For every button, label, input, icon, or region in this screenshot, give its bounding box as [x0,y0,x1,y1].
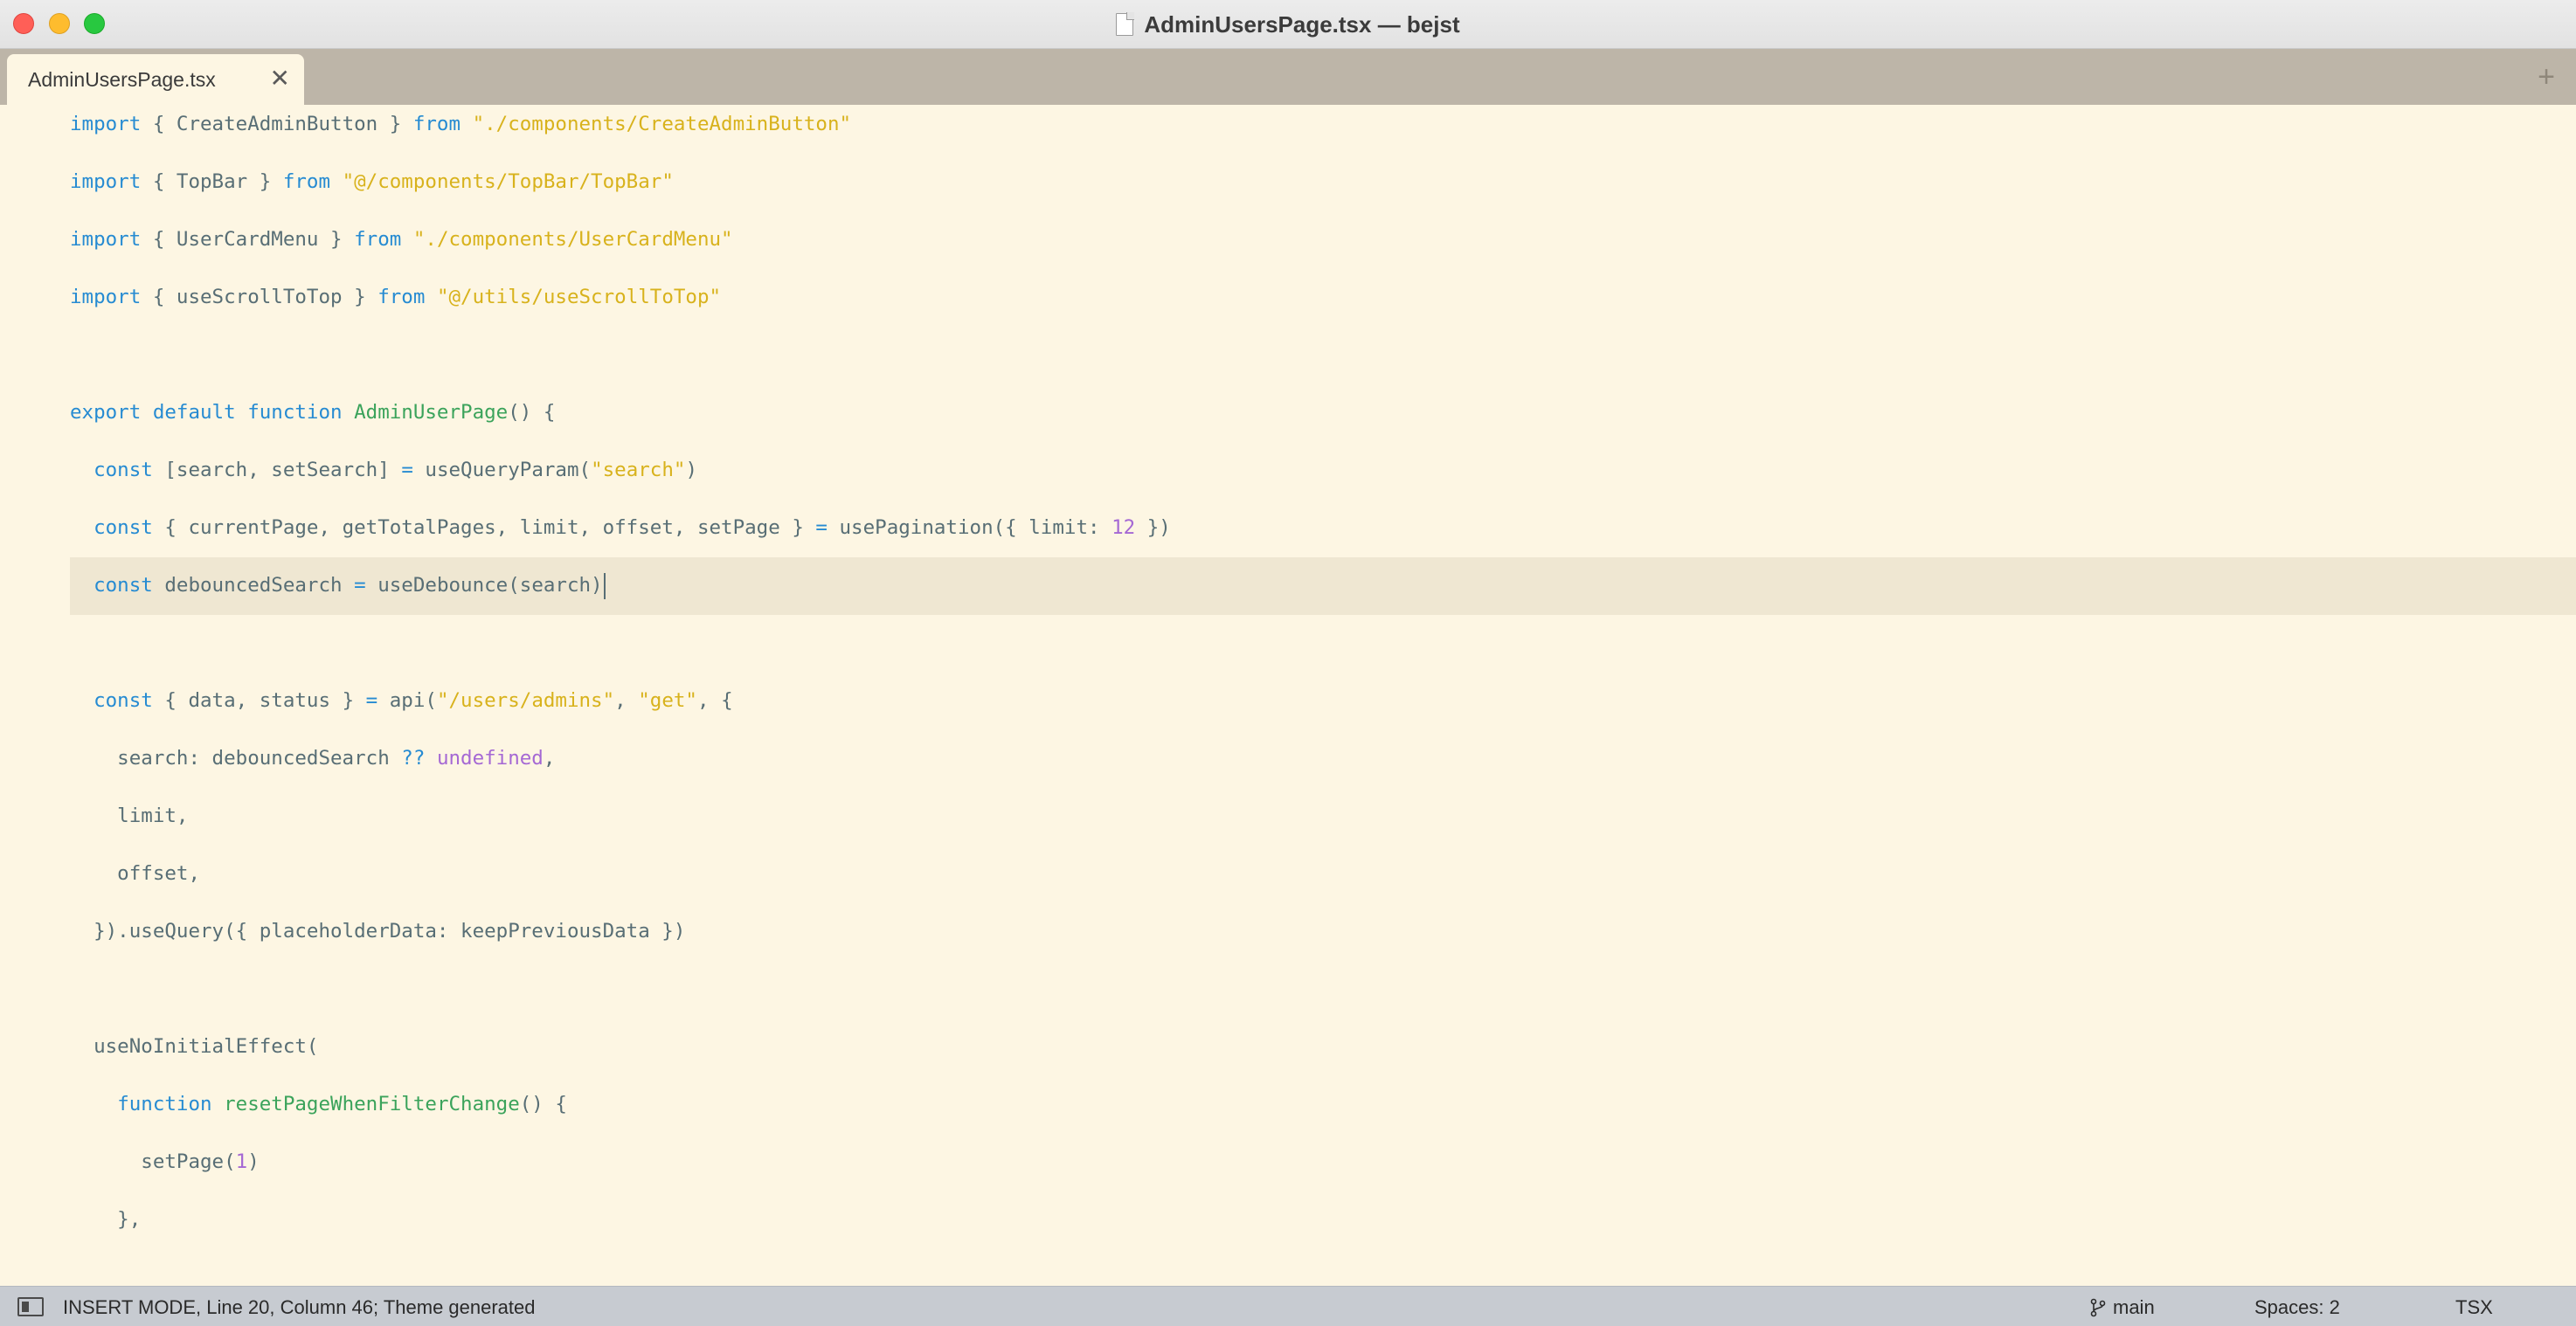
code-token: "/users/admins" [436,689,615,712]
code-token: { UserCardMenu } [152,228,355,251]
code-token: const [93,459,165,481]
code-line[interactable]: const debouncedSearch = useDebounce(sear… [70,557,606,613]
code-token: = [354,574,378,597]
code-token: "./components/UserCardMenu" [412,228,733,251]
code-token: "./components/CreateAdminButton" [472,113,852,135]
tab-close-icon[interactable]: ✕ [270,65,290,93]
code-token: undefined [436,747,544,770]
code-line[interactable]: import { CreateAdminButton } from "./com… [70,105,851,152]
code-token: export default function [70,401,355,424]
code-token: "search" [591,459,686,481]
code-line[interactable]: const { data, status } = api("/users/adm… [70,673,733,729]
code-token: useQueryParam( [425,459,592,481]
code-token: [search, setSearch] [164,459,402,481]
code-token: = [401,459,426,481]
status-bar: INSERT MODE, Line 20, Column 46; Theme g… [0,1286,2576,1326]
code-token: () { [508,401,556,424]
code-line[interactable]: }).useQuery({ placeholderData: keepPrevi… [70,903,685,959]
code-token: debouncedSearch [164,574,355,597]
code-editor[interactable]: import { CreateAdminButton } from "./com… [0,105,2576,1286]
tab-bar: AdminUsersPage.tsx ✕ + [0,49,2576,105]
syntax-selector[interactable]: TSX [2455,1296,2493,1319]
code-token: ?? [401,747,437,770]
code-token: }).useQuery({ placeholderData: keepPrevi… [70,920,686,943]
code-token: { data, status } [164,689,366,712]
code-token: }, [70,1208,142,1231]
code-token: { TopBar } [152,170,283,193]
code-token: { CreateAdminButton } [152,113,413,135]
code-token: from [412,113,473,135]
code-token: import [70,286,153,308]
code-token: resetPageWhenFilterChange [224,1093,520,1115]
code-token: "@/components/TopBar/TopBar" [342,170,674,193]
code-line[interactable]: offset, [70,846,200,901]
code-token: from [282,170,343,193]
code-token: , { [696,689,733,712]
tab-label: AdminUsersPage.tsx [28,68,216,91]
code-token: setPage( [70,1150,236,1173]
code-token: , [543,747,556,770]
code-line[interactable]: }, [70,1191,141,1247]
code-token: import [70,113,153,135]
code-token: import [70,170,153,193]
code-line[interactable]: import { UserCardMenu } from "./componen… [70,211,733,267]
code-token: "@/utils/useScrollToTop" [436,286,722,308]
code-token: const [93,516,165,539]
code-token: () { [519,1093,567,1115]
tab-adminuserspage[interactable]: AdminUsersPage.tsx ✕ [7,54,304,105]
document-icon [1116,12,1135,36]
code-token: from [354,228,413,251]
code-token: function [117,1093,225,1115]
git-branch-icon [2090,1298,2106,1317]
code-line[interactable]: search: debouncedSearch ?? undefined, [70,730,555,786]
title-bar: AdminUsersPage.tsx — bejst [0,0,2576,49]
code-token: 12 [1111,516,1136,539]
code-token: usePagination({ limit: [839,516,1112,539]
code-token: limit, [70,805,189,827]
code-token: = [815,516,840,539]
git-branch[interactable]: main [2090,1296,2155,1319]
code-token: ) [685,459,697,481]
code-token: useNoInitialEffect( [70,1035,319,1058]
code-token: { currentPage, getTotalPages, limit, off… [164,516,816,539]
code-token: import [70,228,153,251]
code-line[interactable]: import { useScrollToTop } from "@/utils/… [70,269,721,325]
code-token: const [93,689,165,712]
code-token: offset, [70,862,201,885]
code-token: useDebounce(search) [377,574,603,597]
code-token: 1 [235,1150,248,1173]
code-token: ) [247,1150,260,1173]
new-tab-icon[interactable]: + [2538,59,2555,94]
code-line[interactable]: const { currentPage, getTotalPages, limi… [70,500,1171,556]
code-token: AdminUserPage [354,401,509,424]
code-line[interactable]: const [search, setSearch] = useQueryPara… [70,442,697,498]
status-mode: INSERT MODE, Line 20, Column 46; Theme g… [63,1296,536,1318]
code-token: }) [1135,516,1171,539]
code-token: = [365,689,390,712]
code-token: from [377,286,437,308]
code-line[interactable]: limit, [70,788,188,844]
code-line[interactable]: function resetPageWhenFilterChange() { [70,1076,567,1132]
toggle-sidebar-icon[interactable] [17,1297,44,1316]
text-caret [603,572,606,599]
code-token: , [614,689,639,712]
code-line[interactable]: useNoInitialEffect( [70,1019,318,1074]
code-line[interactable]: export default function AdminUserPage() … [70,384,555,440]
code-token: search: debouncedSearch [70,747,402,770]
code-line[interactable]: import { TopBar } from "@/components/Top… [70,154,674,210]
code-token: { useScrollToTop } [152,286,378,308]
code-token: api( [389,689,437,712]
window-title-wrap: AdminUsersPage.tsx — bejst [0,0,2576,49]
code-line[interactable]: setPage(1) [70,1134,260,1190]
git-branch-label: main [2113,1296,2155,1318]
code-token: const [93,574,165,597]
indentation-setting[interactable]: Spaces: 2 [2254,1296,2340,1319]
window-title: AdminUsersPage.tsx — bejst [1144,10,1460,38]
code-token: "get" [638,689,697,712]
